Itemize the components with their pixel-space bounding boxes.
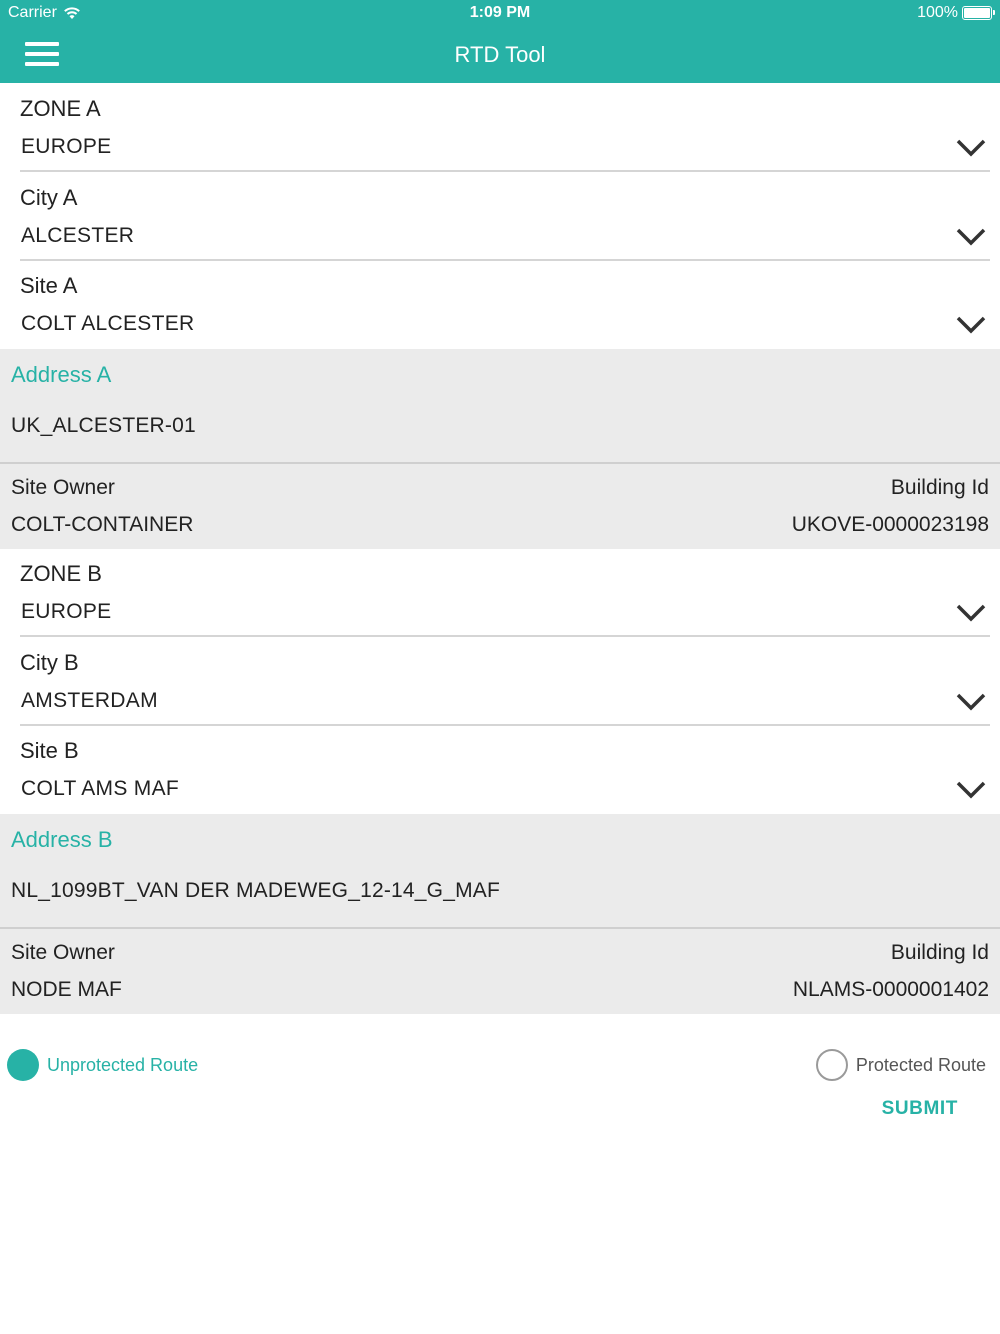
chevron-down-icon[interactable] <box>956 780 986 800</box>
city-b-value: AMSTERDAM <box>21 689 158 712</box>
zone-b-value: EUROPE <box>21 600 112 623</box>
address-a-panel: Address A UK_ALCESTER-01 Site Owner Buil… <box>0 349 1000 549</box>
radio-unselected-icon[interactable] <box>815 1049 848 1081</box>
city-a-value: ALCESTER <box>21 224 135 247</box>
protected-route-label: Protected Route <box>855 1054 986 1075</box>
chevron-down-icon[interactable] <box>956 227 986 247</box>
site-owner-b-value: NODE MAF <box>11 978 122 1001</box>
battery-label: 100% <box>917 4 958 21</box>
building-id-a-value: UKOVE-0000023198 <box>791 513 989 536</box>
zone-a-select[interactable]: ZONE A EUROPE <box>0 83 1000 172</box>
zone-a-label: ZONE A <box>20 96 101 121</box>
page-title: RTD Tool <box>454 42 546 67</box>
zone-a-value: EUROPE <box>21 135 112 158</box>
site-b-label: Site B <box>20 738 79 763</box>
building-id-a-label: Building Id <box>890 476 989 499</box>
city-a-label: City A <box>20 185 78 210</box>
site-owner-b-label: Site Owner <box>11 941 115 964</box>
site-owner-a-value: COLT-CONTAINER <box>11 513 194 536</box>
city-b-select[interactable]: City B AMSTERDAM <box>0 637 1000 726</box>
app-header: Carrier 1:09 PM 100% RTD Tool <box>0 0 1000 83</box>
battery-icon <box>962 6 995 20</box>
site-b-select[interactable]: Site B COLT AMS MAF <box>0 726 1000 814</box>
divider <box>0 462 1000 464</box>
radio-selected-icon[interactable] <box>7 1049 39 1081</box>
address-a-value: UK_ALCESTER-01 <box>11 414 196 437</box>
site-a-label: Site A <box>20 273 78 298</box>
route-options: Unprotected Route Protected Route <box>0 1045 1000 1087</box>
site-b-value: COLT AMS MAF <box>21 777 180 800</box>
site-a-value: COLT ALCESTER <box>21 312 195 335</box>
address-b-value: NL_1099BT_VAN DER MADEWEG_12-14_G_MAF <box>11 879 501 902</box>
city-b-label: City B <box>20 650 79 675</box>
site-owner-a-label: Site Owner <box>11 476 115 499</box>
unprotected-route-label: Unprotected Route <box>47 1054 199 1075</box>
chevron-down-icon[interactable] <box>956 138 986 158</box>
site-a-select[interactable]: Site A COLT ALCESTER <box>0 261 1000 349</box>
submit-button[interactable]: SUBMIT <box>882 1098 958 1120</box>
protected-route-radio[interactable]: Protected Route <box>815 1049 986 1081</box>
status-battery: 100% <box>917 4 995 22</box>
chevron-down-icon[interactable] <box>956 692 986 712</box>
building-id-b-value: NLAMS-0000001402 <box>792 978 989 1001</box>
zone-b-select[interactable]: ZONE B EUROPE <box>0 549 1000 637</box>
address-b-panel: Address B NL_1099BT_VAN DER MADEWEG_12-1… <box>0 814 1000 1014</box>
divider <box>0 927 1000 929</box>
chevron-down-icon[interactable] <box>956 603 986 623</box>
city-a-select[interactable]: City A ALCESTER <box>0 172 1000 261</box>
zone-b-label: ZONE B <box>20 561 102 586</box>
building-id-b-label: Building Id <box>890 941 989 964</box>
unprotected-route-radio[interactable]: Unprotected Route <box>7 1049 198 1081</box>
chevron-down-icon[interactable] <box>956 315 986 335</box>
address-b-label: Address B <box>11 827 113 852</box>
status-time: 1:09 PM <box>469 4 531 21</box>
address-a-label: Address A <box>11 362 112 387</box>
